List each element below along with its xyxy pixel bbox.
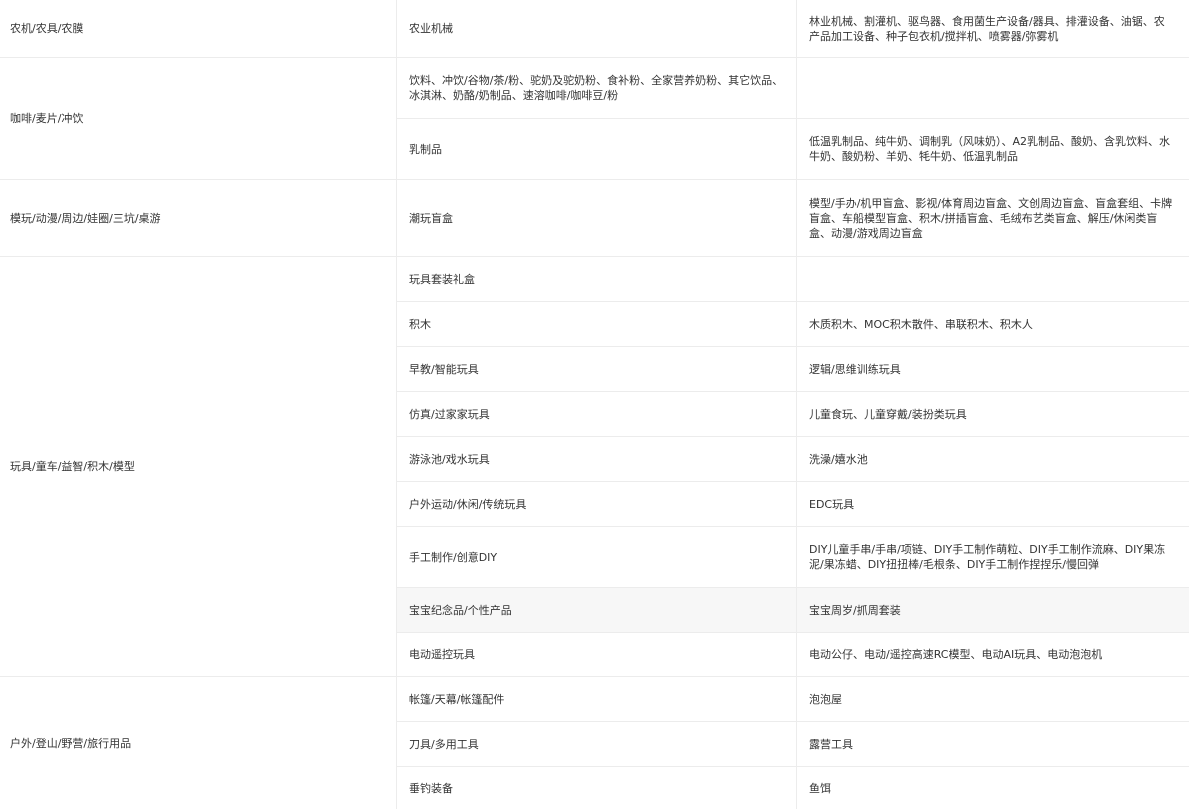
subcategory-cell: 户外运动/休闲/传统玩具: [396, 482, 796, 527]
subcategory-cell: 积木: [396, 302, 796, 347]
category-cell: 咖啡/麦片/冲饮: [0, 58, 396, 180]
subcategory-label: 电动遥控玩具: [409, 648, 475, 661]
category-label: 农机/农具/农膜: [10, 22, 84, 35]
subcategory-cell: 游泳池/戏水玩具: [396, 437, 796, 482]
category-cell: 农机/农具/农膜: [0, 0, 396, 58]
detail-text: 林业机械、割灌机、驱鸟器、食用菌生产设备/器具、排灌设备、油锯、农产品加工设备、…: [809, 14, 1165, 43]
subcategory-label: 手工制作/创意DIY: [409, 550, 498, 564]
detail-text: EDC玩具: [809, 497, 855, 511]
subcategory-label: 户外运动/休闲/传统玩具: [409, 497, 527, 511]
category-label: 户外/登山/野营/旅行用品: [10, 736, 132, 750]
detail-cell: 低温乳制品、纯牛奶、调制乳（风味奶）、A2乳制品、酸奶、含乳饮料、水牛奶、酸奶粉…: [796, 119, 1189, 180]
subcategory-cell: 早教/智能玩具: [396, 347, 796, 392]
detail-cell: 木质积木、MOC积木散件、串联积木、积木人: [796, 302, 1189, 347]
subcategory-cell: 手工制作/创意DIY: [396, 527, 796, 588]
category-label: 咖啡/麦片/冲饮: [10, 112, 84, 125]
subcategory-label: 垂钓装备: [409, 781, 453, 795]
detail-cell: 林业机械、割灌机、驱鸟器、食用菌生产设备/器具、排灌设备、油锯、农产品加工设备、…: [796, 0, 1189, 58]
detail-text: 宝宝周岁/抓周套装: [809, 603, 901, 617]
subcategory-cell: 帐篷/天幕/帐篷配件: [396, 677, 796, 722]
subcategory-label: 积木: [409, 317, 431, 331]
subcategory-label: 帐篷/天幕/帐篷配件: [409, 692, 505, 706]
detail-cell: 露营工具: [796, 722, 1189, 767]
subcategory-cell: 乳制品: [396, 119, 796, 180]
subcategory-cell: 饮料、冲饮/谷物/茶/粉、驼奶及驼奶粉、食补粉、全家营养奶粉、其它饮品、冰淇淋、…: [396, 58, 796, 119]
category-cell: 模玩/动漫/周边/娃圈/三坑/桌游: [0, 180, 396, 257]
subcategory-label: 早教/智能玩具: [409, 362, 479, 376]
category-table: 农机/农具/农膜 农业机械 林业机械、割灌机、驱鸟器、食用菌生产设备/器具、排灌…: [0, 0, 1189, 809]
detail-cell: DIY儿童手串/手串/项链、DIY手工制作萌粒、DIY手工制作流麻、DIY果冻泥…: [796, 527, 1189, 588]
detail-text: 模型/手办/机甲盲盒、影视/体育周边盲盒、文创周边盲盒、盲盒套组、卡牌盲盒、车船…: [809, 196, 1173, 240]
detail-text: 低温乳制品、纯牛奶、调制乳（风味奶）、A2乳制品、酸奶、含乳饮料、水牛奶、酸奶粉…: [809, 135, 1171, 163]
subcategory-cell: 宝宝纪念品/个性产品: [396, 588, 796, 633]
subcategory-cell: 垂钓装备: [396, 767, 796, 809]
subcategory-cell: 农业机械: [396, 0, 796, 58]
subcategory-label: 潮玩盲盒: [409, 211, 453, 225]
subcategory-cell: 刀具/多用工具: [396, 722, 796, 767]
subcategory-label: 乳制品: [409, 142, 442, 156]
detail-text: 鱼饵: [809, 781, 831, 795]
detail-text: 露营工具: [809, 737, 853, 751]
subcategory-cell: 潮玩盲盒: [396, 180, 796, 257]
subcategory-label: 饮料、冲饮/谷物/茶/粉、驼奶及驼奶粉、食补粉、全家营养奶粉、其它饮品、冰淇淋、…: [409, 74, 784, 102]
detail-text: 儿童食玩、儿童穿戴/装扮类玩具: [809, 407, 967, 421]
detail-text: 洗澡/嬉水池: [809, 452, 868, 466]
subcategory-label: 玩具套装礼盒: [409, 272, 475, 286]
detail-cell: EDC玩具: [796, 482, 1189, 527]
detail-cell: 儿童食玩、儿童穿戴/装扮类玩具: [796, 392, 1189, 437]
detail-cell: 逻辑/思维训练玩具: [796, 347, 1189, 392]
subcategory-label: 农业机械: [409, 22, 453, 35]
category-label: 玩具/童车/益智/积木/模型: [10, 460, 135, 473]
detail-cell: 模型/手办/机甲盲盒、影视/体育周边盲盒、文创周边盲盒、盲盒套组、卡牌盲盒、车船…: [796, 180, 1189, 257]
detail-text: DIY儿童手串/手串/项链、DIY手工制作萌粒、DIY手工制作流麻、DIY果冻泥…: [809, 543, 1166, 571]
category-label: 模玩/动漫/周边/娃圈/三坑/桌游: [10, 211, 161, 225]
detail-cell: [796, 58, 1189, 119]
detail-cell: 电动公仔、电动/遥控高速RC模型、电动AI玩具、电动泡泡机: [796, 633, 1189, 677]
detail-cell: 宝宝周岁/抓周套装: [796, 588, 1189, 633]
detail-cell: 鱼饵: [796, 767, 1189, 809]
detail-text: 泡泡屋: [809, 692, 842, 706]
detail-text: 逻辑/思维训练玩具: [809, 362, 901, 376]
subcategory-cell: 电动遥控玩具: [396, 633, 796, 677]
category-cell: 户外/登山/野营/旅行用品: [0, 677, 396, 809]
subcategory-label: 仿真/过家家玩具: [409, 407, 490, 421]
subcategory-label: 游泳池/戏水玩具: [409, 452, 490, 466]
detail-text: 电动公仔、电动/遥控高速RC模型、电动AI玩具、电动泡泡机: [809, 648, 1103, 661]
detail-cell: 泡泡屋: [796, 677, 1189, 722]
detail-cell: [796, 257, 1189, 302]
detail-cell: 洗澡/嬉水池: [796, 437, 1189, 482]
subcategory-label: 宝宝纪念品/个性产品: [409, 603, 512, 617]
subcategory-cell: 玩具套装礼盒: [396, 257, 796, 302]
category-cell: 玩具/童车/益智/积木/模型: [0, 257, 396, 677]
subcategory-label: 刀具/多用工具: [409, 737, 479, 751]
detail-text: 木质积木、MOC积木散件、串联积木、积木人: [809, 317, 1033, 331]
subcategory-cell: 仿真/过家家玩具: [396, 392, 796, 437]
